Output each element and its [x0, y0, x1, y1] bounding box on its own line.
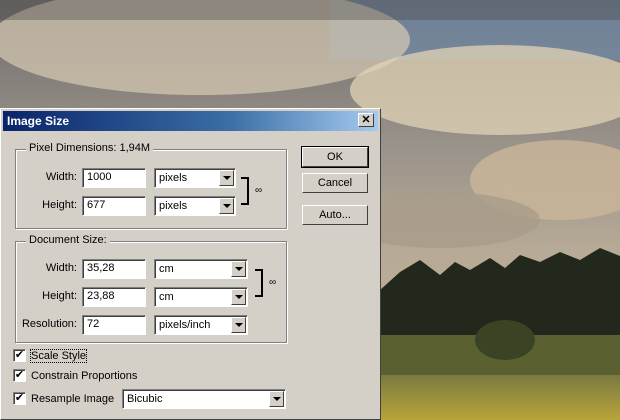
check-icon[interactable]: ✔ [13, 369, 26, 382]
chevron-down-icon[interactable] [269, 391, 284, 407]
pixel-width-unit-value: pixels [159, 172, 188, 184]
pixel-width-unit-select[interactable]: pixels [154, 168, 236, 188]
doc-width-unit-select[interactable]: cm [154, 259, 248, 279]
close-button[interactable]: ✕ [358, 113, 374, 127]
doc-height-unit-select[interactable]: cm [154, 287, 248, 307]
resolution-unit-select[interactable]: pixels/inch [154, 315, 248, 335]
check-icon[interactable]: ✔ [13, 349, 26, 362]
doc-link-bracket [255, 269, 263, 297]
resample-method-value: Bicubic [127, 393, 163, 405]
pixel-link-bracket [241, 177, 249, 205]
resample-method-select[interactable]: Bicubic [122, 389, 286, 409]
doc-width-label: Width: [45, 262, 77, 274]
scale-style-checkbox[interactable]: ✔ Scale Style [13, 348, 88, 363]
doc-width-input[interactable]: 35,28 [82, 259, 146, 279]
scale-style-label: Scale Style [29, 348, 88, 363]
doc-height-input[interactable]: 23,88 [82, 287, 146, 307]
pixel-dimensions-legend: Pixel Dimensions: 1,94M [26, 142, 154, 154]
auto-button[interactable]: Auto... [302, 205, 368, 225]
doc-width-unit-value: cm [159, 263, 174, 275]
chevron-down-icon[interactable] [231, 317, 246, 333]
chevron-down-icon[interactable] [219, 198, 234, 214]
doc-height-unit-value: cm [159, 291, 174, 303]
document-size-legend: Document Size: [26, 234, 110, 246]
constrain-proportions-checkbox[interactable]: ✔ Constrain Proportions [13, 369, 137, 382]
dialog-titlebar[interactable]: Image Size ✕ [3, 111, 378, 131]
resolution-unit-value: pixels/inch [159, 319, 211, 331]
link-chain-icon: ∞ [255, 185, 263, 196]
link-chain-icon: ∞ [269, 277, 277, 288]
check-icon[interactable]: ✔ [13, 392, 26, 405]
chevron-down-icon[interactable] [231, 261, 246, 277]
resolution-label: Resolution: [21, 318, 77, 330]
pixel-height-label: Height: [42, 199, 77, 211]
resample-image-label: Resample Image [31, 392, 115, 405]
pixel-height-input[interactable]: 677 [82, 196, 146, 216]
doc-height-label: Height: [42, 290, 77, 302]
close-icon: ✕ [361, 113, 371, 126]
image-size-dialog: Image Size ✕ Pixel Dimensions: 1,94M Wid… [0, 108, 381, 420]
resample-image-checkbox[interactable]: ✔ Resample Image [13, 392, 114, 405]
pixel-height-unit-value: pixels [159, 200, 188, 212]
pixel-width-label: Width: [45, 171, 77, 183]
dialog-title: Image Size [7, 114, 70, 128]
chevron-down-icon[interactable] [231, 289, 246, 305]
resolution-input[interactable]: 72 [82, 315, 146, 335]
pixel-width-input[interactable]: 1000 [82, 168, 146, 188]
chevron-down-icon[interactable] [219, 170, 234, 186]
pixel-height-unit-select[interactable]: pixels [154, 196, 236, 216]
ok-button[interactable]: OK [301, 146, 369, 168]
constrain-proportions-label: Constrain Proportions [31, 369, 138, 382]
cancel-button[interactable]: Cancel [302, 173, 368, 193]
